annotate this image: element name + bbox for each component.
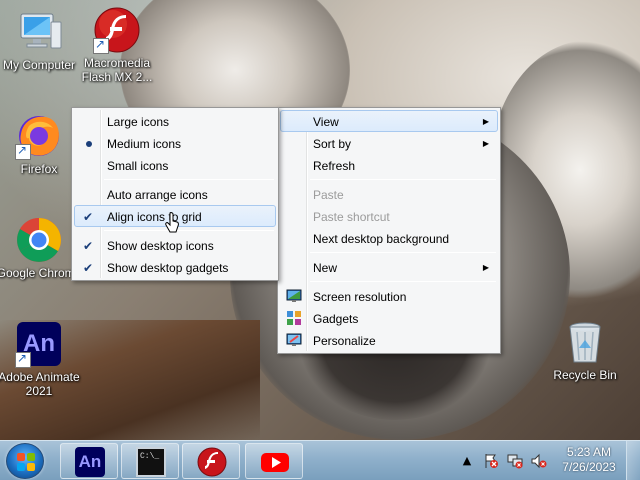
menu-item-show-desktop-icons[interactable]: ✔ Show desktop icons	[74, 234, 276, 256]
mouse-pointer-icon	[165, 212, 179, 233]
desktop-icon-label: My Computer	[2, 58, 76, 72]
desktop-icon-my-computer[interactable]: My Computer	[0, 8, 82, 72]
taskbar-clock[interactable]: 5:23 AM 7/26/2023	[555, 445, 623, 475]
menu-item-label: Sort by	[313, 137, 352, 151]
desktop-background[interactable]: My Computer Macromedia Flash MX 2... F	[0, 0, 640, 440]
desktop-context-menu: View ▶ Sort by ▶ Refresh Paste Paste sho…	[277, 107, 501, 354]
menu-item-sort-by[interactable]: Sort by ▶	[280, 132, 498, 154]
animate-taskbar-icon: An	[75, 447, 105, 477]
menu-item-refresh[interactable]: Refresh	[280, 154, 498, 176]
menu-separator	[310, 252, 496, 253]
desktop-icon-firefox[interactable]: Firefox	[0, 112, 82, 176]
chrome-icon	[15, 216, 63, 264]
youtube-taskbar-icon	[261, 453, 289, 472]
menu-item-paste-shortcut[interactable]: Paste shortcut	[280, 205, 498, 227]
screen-resolution-icon	[286, 289, 302, 302]
menu-item-personalize[interactable]: Personalize	[280, 329, 498, 351]
menu-item-label: Show desktop icons	[107, 239, 214, 253]
clock-time: 5:23 AM	[566, 445, 612, 459]
recycle-bin-icon	[561, 318, 609, 366]
desktop-icon-label: Adobe Animate 2021	[0, 370, 80, 398]
firefox-icon	[15, 112, 63, 160]
animate-taskbar-glyph: An	[78, 452, 102, 471]
gadgets-icon	[287, 311, 301, 325]
menu-item-screen-resolution[interactable]: Screen resolution	[280, 285, 498, 307]
windows-start-icon	[17, 453, 35, 471]
menu-item-label: Small icons	[107, 159, 169, 173]
system-tray: ▲ 5:23 AM 7/26/2023	[455, 441, 640, 480]
desktop-icon-google-chrome[interactable]: Google Chrome	[0, 216, 82, 280]
menu-separator	[104, 230, 274, 231]
menu-item-auto-arrange-icons[interactable]: Auto arrange icons	[74, 183, 276, 205]
desktop-icon-label: Firefox	[20, 162, 58, 176]
shortcut-arrow-icon	[15, 143, 31, 160]
desktop-icon-adobe-animate[interactable]: An Adobe Animate 2021	[0, 320, 82, 398]
radio-selected-icon	[86, 141, 92, 147]
menu-item-label: Paste shortcut	[313, 210, 390, 224]
checkmark-icon: ✔	[83, 210, 94, 224]
taskbar: An C:\_ ▲ 5:23 AM 7/26/2023	[0, 440, 640, 480]
start-button[interactable]	[6, 443, 44, 479]
submenu-arrow-icon: ▶	[482, 117, 489, 126]
menu-item-label: Large icons	[107, 115, 170, 129]
submenu-arrow-icon: ▶	[482, 139, 489, 148]
checkmark-icon: ✔	[83, 261, 94, 275]
menu-item-medium-icons[interactable]: Medium icons	[74, 132, 276, 154]
menu-item-next-desktop-background[interactable]: Next desktop background	[280, 227, 498, 249]
animate-icon: An	[15, 320, 63, 368]
action-center-icon[interactable]	[483, 453, 499, 469]
computer-icon	[15, 8, 63, 56]
menu-item-show-desktop-gadgets[interactable]: ✔ Show desktop gadgets	[74, 256, 276, 278]
menu-item-large-icons[interactable]: Large icons	[74, 110, 276, 132]
checkmark-icon: ✔	[83, 239, 94, 253]
taskbar-button-adobe-animate[interactable]: An	[60, 443, 118, 479]
desktop-icon-label: Macromedia Flash MX 2...	[81, 56, 153, 84]
menu-item-label: Next desktop background	[313, 232, 450, 246]
menu-item-label: View	[313, 115, 339, 129]
desktop-icon-recycle-bin[interactable]: Recycle Bin	[542, 318, 628, 382]
menu-item-new[interactable]: New ▶	[280, 256, 498, 278]
desktop-icon-macromedia-flash[interactable]: Macromedia Flash MX 2...	[73, 6, 161, 84]
shortcut-arrow-icon	[15, 351, 31, 368]
menu-item-label: Refresh	[313, 159, 356, 173]
taskbar-button-macromedia-flash[interactable]	[182, 443, 240, 479]
menu-item-gadgets[interactable]: Gadgets	[280, 307, 498, 329]
volume-icon[interactable]	[531, 453, 547, 469]
menu-separator	[104, 179, 274, 180]
menu-item-label: Gadgets	[313, 312, 359, 326]
clock-date: 7/26/2023	[562, 460, 616, 474]
cmd-prompt-glyph: C:\_	[140, 452, 160, 461]
taskbar-button-command-prompt[interactable]: C:\_	[121, 443, 179, 479]
flash-taskbar-icon	[197, 447, 227, 477]
flash-icon	[93, 6, 141, 54]
menu-separator	[310, 281, 496, 282]
desktop-icon-label: Google Chrome	[0, 266, 82, 280]
desktop-icon-label: Recycle Bin	[553, 368, 617, 382]
cmd-taskbar-icon: C:\_	[136, 447, 166, 477]
menu-item-small-icons[interactable]: Small icons	[74, 154, 276, 176]
menu-item-label: Align icons to grid	[107, 210, 202, 224]
menu-item-label: Auto arrange icons	[107, 188, 208, 202]
menu-item-label: Medium icons	[107, 137, 182, 151]
menu-item-label: Show desktop gadgets	[107, 261, 229, 275]
menu-separator	[310, 179, 496, 180]
menu-item-label: New	[313, 261, 338, 275]
view-submenu: Large icons Medium icons Small icons Aut…	[71, 107, 279, 281]
menu-item-label: Paste	[313, 188, 344, 202]
personalize-icon	[286, 333, 302, 346]
network-icon[interactable]	[507, 453, 523, 469]
submenu-arrow-icon: ▶	[482, 263, 489, 272]
menu-item-paste[interactable]: Paste	[280, 183, 498, 205]
menu-item-label: Personalize	[313, 334, 376, 348]
show-hidden-icons-icon[interactable]: ▲	[459, 453, 475, 469]
shortcut-arrow-icon	[93, 37, 109, 54]
menu-item-label: Screen resolution	[313, 290, 407, 304]
taskbar-button-youtube[interactable]	[245, 443, 303, 479]
menu-item-view[interactable]: View ▶	[280, 110, 498, 132]
show-desktop-button[interactable]	[626, 441, 640, 480]
